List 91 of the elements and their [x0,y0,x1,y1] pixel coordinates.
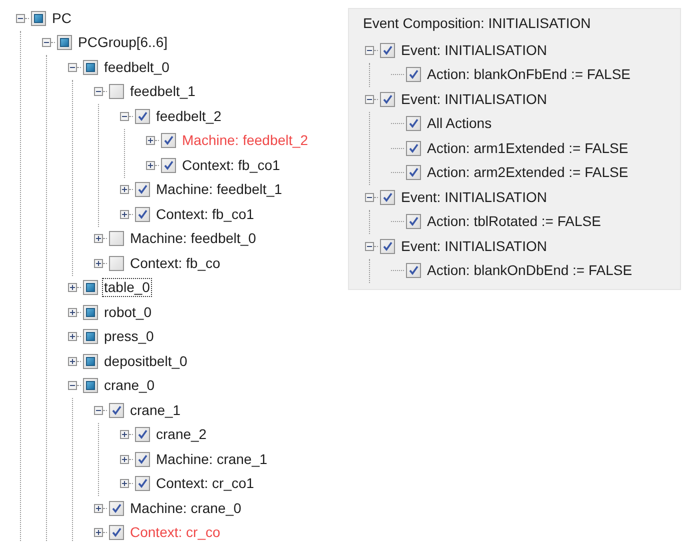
checkbox[interactable] [83,378,98,394]
panel-title: Event Composition: INITIALISATION [363,14,592,33]
collapse-icon[interactable] [94,406,103,415]
tree-item-label[interactable]: Action: tblRotated := FALSE [426,213,602,230]
tree-item-label[interactable]: press_0 [103,328,155,346]
collapse-icon[interactable] [94,87,103,96]
tree-item-label[interactable]: feedbelt_2 [155,108,222,125]
tree-item-label[interactable]: feedbelt_0 [103,58,170,76]
checkbox[interactable] [406,214,421,230]
checkbox[interactable] [161,133,176,148]
checkbox[interactable] [135,452,150,467]
checkbox[interactable] [406,67,421,82]
tree-item-label[interactable]: Event: INITIALISATION [400,90,548,108]
checkbox[interactable] [83,329,98,344]
checkbox[interactable] [83,60,98,75]
tree-item-label[interactable]: crane_2 [155,426,208,444]
tree-item-label[interactable]: All Actions [426,115,493,132]
checkbox[interactable] [161,158,176,173]
checkbox[interactable] [83,280,98,296]
tree-item-label[interactable]: depositbelt_0 [103,352,188,370]
expand-icon[interactable] [68,356,77,366]
expand-icon[interactable] [94,234,103,244]
tree-item-label[interactable]: crane_0 [103,377,156,394]
checkbox[interactable] [135,108,150,124]
checkbox[interactable] [135,476,150,492]
tree-item-label[interactable]: Action: arm2Extended := FALSE [426,164,630,182]
checkbox[interactable] [406,116,421,132]
tree-item-label[interactable]: Event: INITIALISATION [400,188,548,206]
expand-icon[interactable] [68,308,77,317]
expand-icon[interactable] [94,528,103,538]
tree-item-label[interactable]: crane_1 [129,402,182,419]
expand-icon[interactable] [68,283,77,292]
checkbox[interactable] [109,500,124,516]
tree-item-label[interactable]: Machine: crane_0 [129,500,242,517]
tree-item-label[interactable]: Context: fb_co1 [155,206,256,223]
expand-icon[interactable] [94,258,103,268]
collapse-icon[interactable] [42,38,51,48]
checkbox[interactable] [109,84,124,100]
checkbox[interactable] [406,263,421,278]
checkbox[interactable] [31,10,46,26]
collapse-icon[interactable] [68,381,77,390]
checkbox[interactable] [380,238,395,254]
tree-item-label[interactable]: Action: blankOnFbEnd := FALSE [426,66,632,84]
checkbox[interactable] [109,256,124,271]
tree-item-label[interactable]: Context: cr_co [129,524,222,542]
tree-item-label[interactable]: PC [51,10,72,27]
tree-item-label[interactable]: Action: blankOnDbEnd := FALSE [426,262,634,280]
checkbox[interactable] [135,206,150,222]
collapse-icon[interactable] [365,242,374,251]
checkbox[interactable] [380,190,395,205]
collapse-icon[interactable] [365,192,374,202]
checkbox[interactable] [406,140,421,156]
expand-icon[interactable] [146,136,155,146]
expand-icon[interactable] [120,210,129,219]
tree-item-label[interactable]: Event: INITIALISATION [400,42,548,59]
tree-item-label[interactable]: Machine: feedbelt_2 [181,132,310,150]
collapse-icon[interactable] [365,94,374,104]
expand-icon[interactable] [120,430,129,440]
collapse-icon[interactable] [365,46,374,55]
checkbox[interactable] [83,354,98,369]
checkbox[interactable] [109,525,124,540]
collapse-icon[interactable] [68,62,77,72]
tree-item-label[interactable]: PCGroup[6..6] [77,34,168,52]
tree-item-label[interactable]: Context: fb_co [129,254,222,272]
checkbox[interactable] [109,231,124,246]
checkbox[interactable] [57,35,72,50]
tree-item-label[interactable]: Event: INITIALISATION [400,238,548,255]
tree-item-label[interactable]: robot_0 [103,304,152,321]
collapse-icon[interactable] [120,112,129,121]
tree-item-label[interactable]: feedbelt_1 [129,83,196,100]
checkbox[interactable] [380,92,395,107]
expand-icon[interactable] [120,185,129,194]
expand-icon[interactable] [94,504,103,513]
checkbox[interactable] [83,304,98,320]
tree-item-label[interactable]: Context: fb_co1 [181,156,282,174]
checkbox[interactable] [135,427,150,442]
expand-icon[interactable] [120,454,129,464]
checkbox[interactable] [135,182,150,198]
checkbox[interactable] [380,42,395,58]
expand-icon[interactable] [68,332,77,342]
collapse-icon[interactable] [16,14,25,23]
tree-item-label[interactable]: Action: arm1Extended := FALSE [426,140,630,157]
expand-icon[interactable] [146,160,155,170]
tree-item-label[interactable]: Machine: feedbelt_0 [129,230,258,248]
tree-item-label[interactable]: Machine: feedbelt_1 [155,181,284,198]
tree-item-label[interactable]: Machine: crane_1 [155,450,268,468]
checkbox[interactable] [109,402,124,418]
checkbox[interactable] [406,165,421,180]
tree-item-label[interactable]: table_0 [103,279,151,296]
expand-icon[interactable] [120,479,129,488]
tree-item-label[interactable]: Context: cr_co1 [155,475,256,492]
